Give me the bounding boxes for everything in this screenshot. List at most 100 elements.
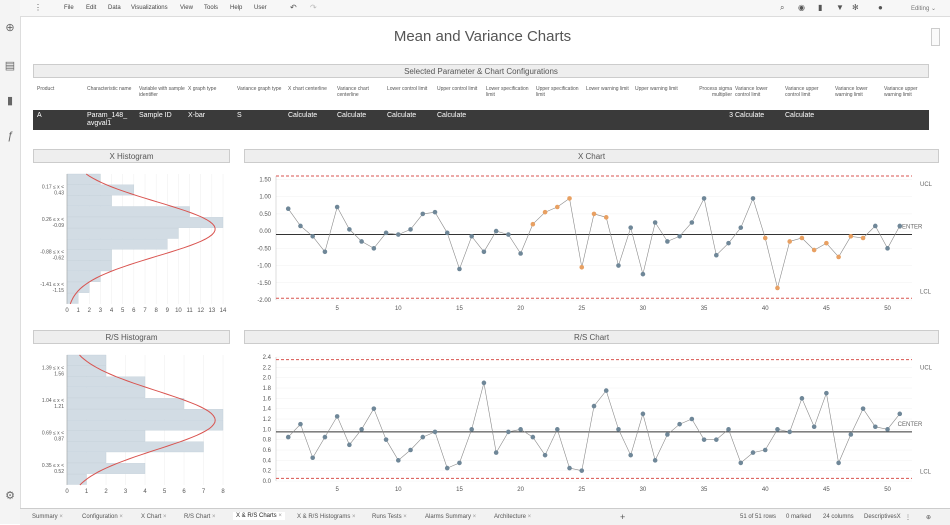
tab-alarms-summary[interactable]: Alarms Summary × [425, 514, 476, 520]
rs-histogram-chart: 0 1 2 3 4 5 6 7 81.39 ≤ x <1.561.04 ≤ x <1.210.6… [42, 354, 225, 495]
tab-label: Configuration [82, 514, 118, 520]
data-point [860, 406, 866, 411]
data-point [677, 233, 682, 239]
center-label: CENTER [898, 422, 923, 428]
menu-user[interactable]: User [254, 5, 267, 11]
add-icon[interactable]: ⊕ [4, 22, 16, 34]
data-point [824, 390, 829, 396]
y-tick-label: -0.09 [53, 223, 65, 229]
histogram-bar [66, 206, 190, 217]
mode-dropdown[interactable]: Editing ⌄ [911, 5, 936, 12]
menu-help[interactable]: Help [230, 5, 242, 11]
data-point [493, 228, 499, 234]
config-header: Characteristic name [87, 86, 132, 92]
config-cell: Calculate [387, 112, 417, 119]
expression-icon[interactable]: ƒ [4, 130, 16, 142]
data-point [530, 434, 536, 440]
menu-file[interactable]: File [64, 5, 74, 11]
x-tick-label: 25 [578, 306, 585, 312]
data-point [775, 427, 780, 432]
data-point [640, 271, 646, 277]
data-point [628, 452, 633, 458]
histogram-bar [66, 376, 146, 388]
tab-configuration[interactable]: Configuration × [82, 514, 123, 520]
left-sidebar: ⊕ ▤ ▮ ƒ ⚙ [0, 0, 21, 524]
config-header: Upper control limit [437, 86, 478, 92]
settings-icon[interactable]: ✻ [852, 3, 859, 12]
histogram-bar [66, 271, 101, 282]
menu-view[interactable]: View [180, 5, 193, 11]
close-tab-icon[interactable]: × [471, 514, 477, 520]
tab-x-chart[interactable]: X Chart × [141, 514, 167, 520]
close-tab-icon[interactable]: × [161, 514, 167, 520]
notifications-icon[interactable]: ● [878, 3, 883, 12]
data-point [310, 455, 315, 461]
data-point [383, 230, 389, 236]
data-point [701, 437, 707, 442]
data-point [432, 429, 438, 435]
recommendations-icon[interactable]: ◉ [798, 3, 805, 12]
config-row[interactable]: A Param_148_ avgval1 Sample ID X-bar S Calcul… [33, 110, 929, 130]
close-tab-icon[interactable]: × [277, 513, 282, 519]
x-tick-label: 20 [517, 487, 524, 493]
tab-architecture[interactable]: Architecture × [494, 514, 531, 520]
close-tab-icon[interactable]: × [350, 514, 356, 520]
data-point [824, 240, 829, 246]
x-tick-label: 40 [762, 487, 769, 493]
histogram-bar [66, 452, 107, 463]
tab-label: X Chart [141, 514, 162, 520]
histogram-bar [66, 474, 87, 485]
data-table-name[interactable]: DescriptivesX [864, 514, 901, 520]
close-tab-icon[interactable]: × [402, 514, 407, 520]
data-point [665, 239, 670, 244]
tab-summary[interactable]: Summary × [32, 514, 63, 520]
visualization-icon[interactable]: ▮ [4, 95, 16, 107]
close-tab-icon[interactable]: × [118, 514, 123, 520]
data-point [359, 427, 364, 432]
add-tab-icon[interactable]: + [620, 512, 625, 522]
filter-icon[interactable]: ▼ [836, 3, 844, 12]
network-icon[interactable]: ⚙ [4, 490, 16, 502]
x-histogram-title: X Histogram [33, 149, 230, 163]
x-tick-label: 13 [209, 308, 216, 314]
data-point [444, 230, 450, 236]
data-point [285, 434, 291, 440]
scroll-handle[interactable] [931, 28, 940, 46]
data-point [860, 235, 866, 241]
data-point [677, 421, 682, 427]
menu-edit[interactable]: Edit [86, 5, 96, 11]
page-tab-bar: + 51 of 51 rows 0 marked 24 columns Desc… [20, 508, 950, 525]
data-point [457, 460, 462, 466]
marked-count: 0 marked [786, 514, 812, 520]
y-tick-label: 1.00 [259, 195, 271, 201]
x-tick-label: 8 [154, 308, 158, 314]
tab-runs-tests[interactable]: Runs Tests × [372, 514, 407, 520]
menu-data[interactable]: Data [108, 5, 121, 11]
more-vertical-icon[interactable]: ⋮ [34, 3, 42, 12]
menu-tools[interactable]: Tools [204, 5, 218, 11]
data-table-icon[interactable]: ▤ [4, 60, 16, 72]
more-icon[interactable]: ⋮ [905, 514, 911, 521]
x-tick-label: 3 [99, 308, 103, 314]
x-tick-label: 15 [456, 487, 463, 493]
menu-visualizations[interactable]: Visualizations [131, 5, 168, 11]
tab-x-r-s-histograms[interactable]: X & R/S Histograms × [297, 514, 356, 520]
search-icon[interactable]: ⌕ [780, 3, 784, 13]
undo-icon[interactable]: ↶ [290, 3, 297, 12]
data-point [811, 424, 817, 430]
data-point [628, 225, 633, 230]
tab-label: Architecture [494, 514, 527, 520]
tab-label: X & R/S Histograms [297, 514, 351, 520]
close-tab-icon[interactable]: × [58, 514, 63, 520]
histogram-bar [66, 365, 107, 377]
close-tab-icon[interactable]: × [210, 514, 216, 520]
tab-r-s-chart[interactable]: R/S Chart × [184, 514, 216, 520]
x-tick-label: 5 [335, 306, 339, 312]
redo-icon[interactable]: ↷ [310, 3, 317, 12]
bookmark-icon[interactable]: ▮ [818, 3, 822, 12]
globe-icon[interactable]: ⊕ [926, 514, 931, 521]
config-cell: Calculate [288, 112, 318, 119]
close-tab-icon[interactable]: × [526, 514, 532, 520]
tab-x-r-s-charts[interactable]: X & R/S Charts × [233, 512, 285, 520]
data-point [811, 247, 817, 253]
